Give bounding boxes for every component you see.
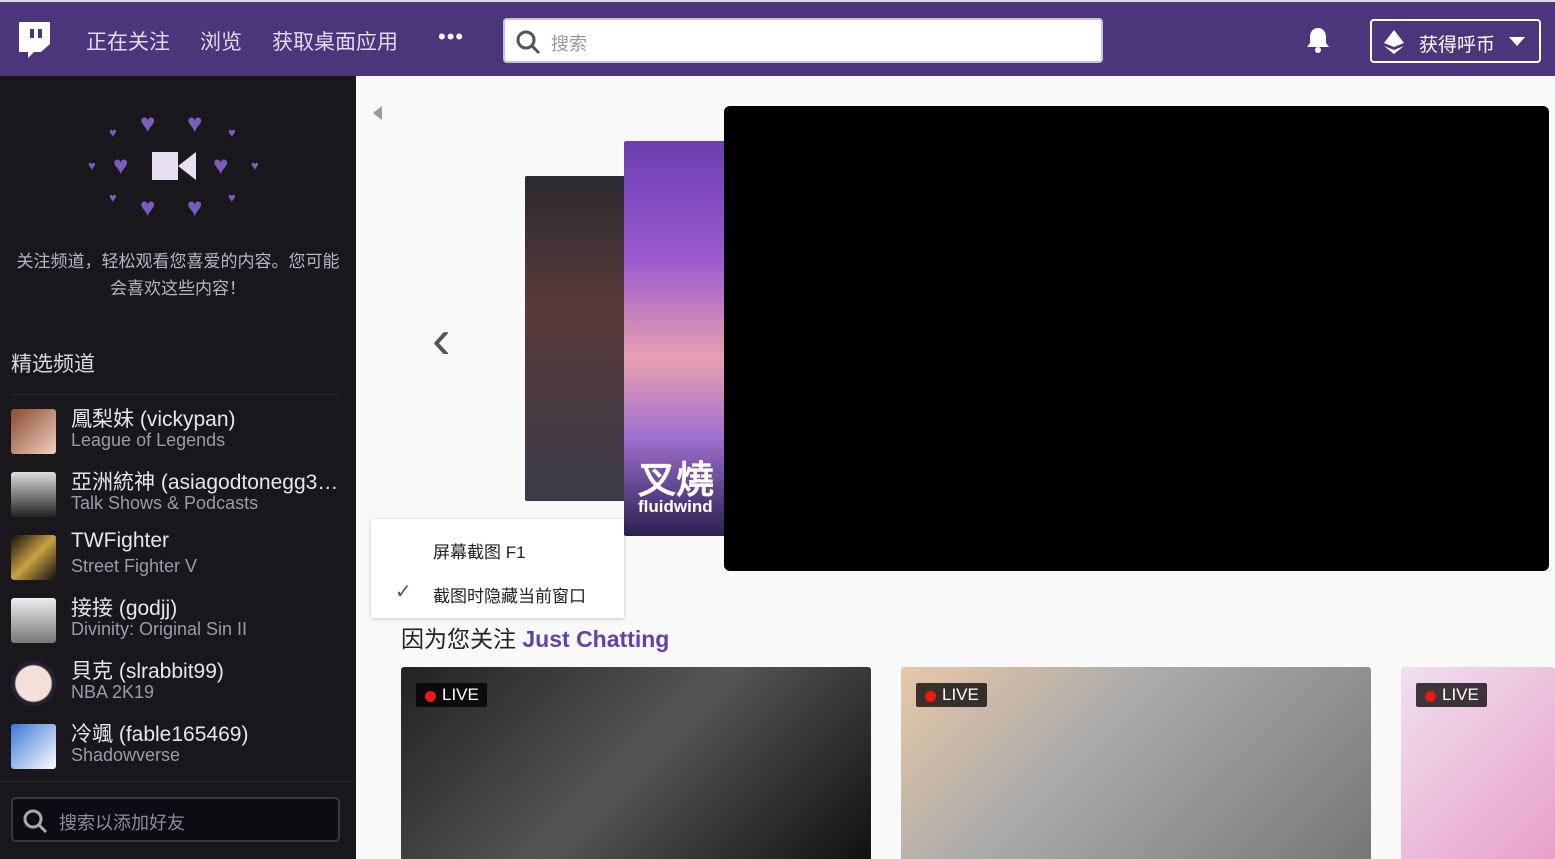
friend-search-placeholder: 搜索以添加好友	[59, 813, 185, 833]
svg-text:♥: ♥	[251, 158, 259, 173]
top-nav: 正在关注 浏览 获取桌面应用 ••• 搜索 获得呼币	[0, 0, 1555, 76]
follow-promo-text: 关注频道，轻松观看您喜爱的内容。您可能会喜欢这些内容！	[16, 252, 340, 298]
get-bits-button[interactable]: 获得呼币	[1370, 19, 1541, 63]
channel-item[interactable]: 亞洲統神 (asiagodtonegg3… Talk Shows & Podcas…	[11, 464, 346, 524]
check-icon: ✓	[395, 581, 412, 603]
avatar	[11, 724, 56, 769]
channel-game: Talk Shows & Podcasts	[71, 493, 259, 513]
nav-browse[interactable]: 浏览	[200, 26, 242, 56]
channel-name: 接接 (godjj)	[71, 597, 178, 620]
search-icon	[516, 30, 541, 55]
svg-text:♥: ♥	[228, 190, 236, 205]
search-input[interactable]: 搜索	[503, 18, 1103, 63]
svg-text:♥: ♥	[113, 150, 128, 180]
nav-get-desktop-app[interactable]: 获取桌面应用	[272, 26, 398, 56]
channel-game: League of Legends	[71, 430, 226, 450]
menu-item-hide-window[interactable]: 截图时隐藏当前窗口	[433, 582, 586, 607]
channel-name: 鳳梨妹 (vickypan)	[71, 408, 236, 431]
svg-text:♥: ♥	[88, 158, 96, 173]
chevron-down-icon	[1509, 37, 1525, 46]
channel-game: NBA 2K19	[71, 682, 155, 702]
channel-item[interactable]: 貝克 (slrabbit99) NBA 2K19	[11, 653, 346, 713]
context-menu: 屏幕截图 F1 ✓ 截图时隐藏当前窗口	[371, 519, 624, 618]
carousel-card[interactable]	[525, 176, 635, 501]
card-subtitle: fluidwind	[638, 497, 713, 516]
twitch-logo-icon[interactable]	[16, 20, 52, 58]
search-icon	[23, 809, 48, 834]
svg-text:♥: ♥	[109, 125, 117, 140]
section-title: 因为您关注 Just Chatting	[401, 620, 669, 654]
bell-icon[interactable]	[1305, 26, 1331, 54]
svg-text:♥: ♥	[140, 110, 155, 138]
channel-game: Shadowverse	[71, 745, 181, 765]
svg-text:♥: ♥	[187, 110, 202, 138]
channel-game: Divinity: Original Sin II	[71, 619, 248, 639]
live-badge: LIVE	[416, 683, 487, 707]
avatar	[11, 409, 56, 454]
channel-name: 冷颯 (fable165469)	[71, 723, 249, 746]
search-placeholder: 搜索	[551, 34, 587, 54]
live-badge: LIVE	[916, 683, 987, 707]
carousel-card[interactable]: 叉燒 fluidwind	[624, 141, 734, 536]
nav-following[interactable]: 正在关注	[86, 26, 170, 56]
carousel-prev-button[interactable]: ‹	[432, 306, 451, 371]
hearts-camera-icon: ♥ ♥ ♥ ♥ ♥ ♥ ♥ ♥ ♥ ♥ ♥ ♥	[88, 110, 259, 220]
channel-item[interactable]: 接接 (godjj) Divinity: Original Sin II	[11, 590, 346, 650]
collapse-sidebar-icon[interactable]	[373, 106, 382, 120]
featured-channels-title: 精选频道	[11, 353, 95, 376]
channel-name: 亞洲統神 (asiagodtonegg3…	[71, 471, 339, 494]
get-bits-label: 获得呼币	[1419, 35, 1496, 56]
stream-thumbnail[interactable]: LIVE	[401, 667, 871, 859]
svg-text:♥: ♥	[213, 150, 228, 180]
card-title: 叉燒	[638, 460, 715, 502]
video-player[interactable]	[724, 106, 1549, 571]
friend-search-input[interactable]: 搜索以添加好友	[11, 797, 340, 842]
avatar	[11, 661, 56, 706]
channel-item[interactable]: TWFighter Street Fighter V	[11, 527, 346, 587]
stream-thumbnail[interactable]: LIVE	[901, 667, 1371, 859]
menu-item-screenshot[interactable]: 屏幕截图 F1	[433, 538, 526, 563]
divider	[11, 394, 340, 395]
stream-thumbnail[interactable]: LIVE	[1401, 667, 1555, 859]
svg-text:♥: ♥	[228, 125, 236, 140]
avatar	[11, 598, 56, 643]
channel-name: TWFighter	[71, 529, 170, 552]
channel-item[interactable]: 鳳梨妹 (vickypan) League of Legends	[11, 401, 346, 461]
avatar	[11, 535, 56, 580]
svg-text:♥: ♥	[109, 190, 117, 205]
svg-text:♥: ♥	[187, 192, 202, 220]
section-prefix: 因为您关注	[401, 626, 516, 652]
channel-item[interactable]: 冷颯 (fable165469) Shadowverse	[11, 716, 346, 776]
live-badge: LIVE	[1416, 683, 1487, 707]
avatar	[11, 472, 56, 517]
bits-icon	[1384, 30, 1404, 54]
channel-name: 貝克 (slrabbit99)	[71, 660, 224, 683]
more-menu-button[interactable]: •••	[438, 24, 464, 50]
category-link[interactable]: Just Chatting	[522, 626, 669, 652]
divider	[0, 781, 356, 782]
channel-game: Street Fighter V	[71, 556, 198, 576]
svg-text:♥: ♥	[140, 192, 155, 220]
